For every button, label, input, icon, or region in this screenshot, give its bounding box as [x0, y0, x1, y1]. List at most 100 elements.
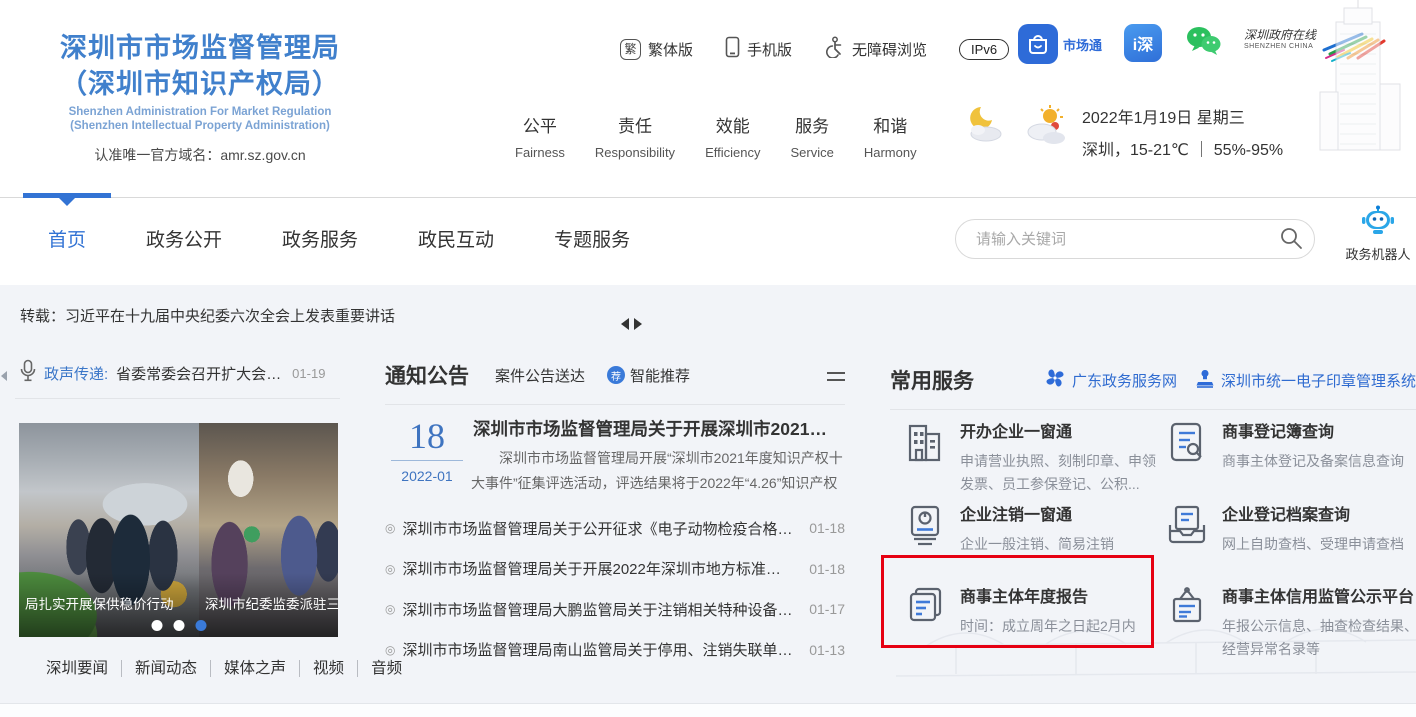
traditional-icon: 繁 — [620, 39, 641, 60]
mobile-version-link[interactable]: 手机版 — [725, 36, 792, 62]
service-credit-platform[interactable]: 商事主体信用监管公示平台 年报公示信息、抽查检查结果、经营异常名录等 — [1166, 583, 1416, 661]
search-button[interactable] — [1268, 220, 1314, 258]
accessibility-link[interactable]: 无障碍浏览 — [824, 36, 927, 62]
carousel-dots — [151, 620, 206, 631]
carousel-caption-left: 局扎实开展保供稳价行动 — [19, 593, 199, 613]
notice-item[interactable]: ◎ 深圳市市场监督管理局关于开展2022年深圳市地方标准制修... 01-18 — [385, 549, 845, 590]
nav-item-gov-affairs[interactable]: 政务公开 — [146, 225, 222, 252]
microphone-icon — [20, 359, 36, 387]
weather-night-icon — [966, 104, 1010, 160]
voice-news-label: 政声传递: — [44, 363, 108, 384]
carousel-dot-1[interactable] — [151, 620, 162, 631]
shichangtong-app-link[interactable]: 市场通 — [1018, 24, 1102, 64]
weather-widget: 2022年1月19日 星期三 深圳，15-21℃ ｜ 55%-95% — [966, 104, 1283, 160]
search-input[interactable] — [956, 231, 1268, 248]
ipv6-badge[interactable]: IPv6 — [959, 39, 1009, 60]
ishenzhen-app-icon[interactable]: i深 — [1124, 24, 1162, 62]
shenzhen-gov-logo-en: SHENZHEN CHINA — [1244, 43, 1313, 50]
main-content: 转载：习近平在十九届中央纪委六次全会上发表重要讲话 政声传递: 省委常委会召开扩… — [0, 285, 1416, 703]
nav-item-special-services[interactable]: 专题服务 — [554, 225, 630, 252]
notices-more-icon[interactable] — [827, 370, 845, 381]
service-text: 企业注销一窗通 企业一般注销、简易注销 — [960, 501, 1114, 556]
robot-icon — [1361, 224, 1395, 241]
service-desc: 年报公示信息、抽查检查结果、经营异常名录等 — [1222, 615, 1416, 661]
carousel-dot-3-active[interactable] — [195, 620, 206, 631]
featured-month: 2022-01 — [391, 468, 463, 484]
bullet-icon: ◎ — [385, 521, 395, 535]
news-link-media-voice[interactable]: 媒体之声 — [210, 660, 299, 677]
search-icon — [1279, 226, 1303, 253]
site-header: 深圳市市场监督管理局 （深圳市知识产权局） Shenzhen Administr… — [0, 0, 1416, 193]
notices-section: 通知公告 案件公告送达 荐 智能推荐 18 2022-01 深圳市市场监督管理局… — [385, 360, 845, 405]
service-company-deregister[interactable]: 企业注销一窗通 企业一般注销、简易注销 — [904, 501, 1156, 556]
news-link-news-updates[interactable]: 新闻动态 — [121, 660, 210, 677]
services-section: 常用服务 广东政务服务网 深圳市统一电子印章管理系统 开办企业一窗通 — [890, 365, 1416, 410]
guangdong-gov-service-link[interactable]: 广东政务服务网 — [1044, 367, 1177, 393]
carousel-slide-1[interactable]: 局扎实开展保供稳价行动 — [19, 423, 199, 637]
service-name: 开办企业一窗通 — [960, 418, 1156, 442]
ticker-next-icon[interactable] — [634, 318, 642, 330]
nav-item-home[interactable]: 首页 — [48, 225, 86, 252]
smart-recommend-label: 智能推荐 — [630, 365, 690, 386]
ticker-arrows — [621, 318, 642, 330]
service-name: 商事登记簿查询 — [1222, 418, 1404, 442]
collapse-arrow-icon[interactable] — [1, 371, 7, 381]
service-company-open[interactable]: 开办企业一窗通 申请营业执照、刻制印章、申领发票、员工参保登记、公积... — [904, 418, 1156, 496]
registry-search-icon — [1166, 418, 1208, 473]
notice-item[interactable]: ◎ 深圳市市场监督管理局关于公开征求《电子动物检疫合格证... 01-18 — [385, 508, 845, 549]
notice-date: 01-18 — [809, 520, 845, 536]
news-link-video[interactable]: 视频 — [299, 660, 357, 677]
service-archive-search[interactable]: 企业登记档案查询 网上自助查档、受理申请查档 — [1166, 501, 1416, 556]
gov-robot-entry[interactable]: 政务机器人 — [1340, 205, 1416, 263]
value-efficiency: 效能 Efficiency — [705, 112, 760, 160]
notice-item[interactable]: ◎ 深圳市市场监督管理局南山监管局关于停用、注销失联单位... 01-13 — [385, 630, 845, 671]
featured-notice-title[interactable]: 深圳市市场监督管理局关于开展深圳市2021年度... — [473, 416, 843, 441]
carousel-slide-2[interactable]: 深圳市纪委监委派驻三组... — [199, 423, 338, 637]
divider — [890, 409, 1416, 410]
company-deregister-icon — [904, 501, 946, 556]
search-box — [955, 219, 1315, 259]
value-en: Efficiency — [705, 145, 760, 160]
featured-notice[interactable]: 18 2022-01 深圳市市场监督管理局关于开展深圳市2021年度... 深圳… — [385, 416, 845, 496]
news-carousel[interactable]: 局扎实开展保供稳价行动 深圳市纪委监委派驻三组... — [19, 423, 338, 637]
header-quick-links: 繁 繁体版 手机版 无障碍浏览 IPv6 — [620, 36, 1009, 62]
case-announcement-link[interactable]: 案件公告送达 — [495, 365, 585, 386]
nav-list: 首页 政务公开 政务服务 政民互动 专题服务 — [48, 225, 630, 252]
smart-recommend-link[interactable]: 荐 智能推荐 — [607, 365, 690, 386]
traditional-version-link[interactable]: 繁 繁体版 — [620, 39, 693, 60]
value-cn: 责任 — [595, 112, 675, 137]
traditional-version-label: 繁体版 — [648, 39, 693, 60]
official-domain-note: 认准唯一官方域名：amr.sz.gov.cn — [30, 145, 370, 165]
service-text: 商事登记簿查询 商事主体登记及备案信息查询 — [1222, 418, 1404, 473]
eseal-system-link[interactable]: 深圳市统一电子印章管理系统 — [1195, 368, 1416, 392]
value-cn: 和谐 — [864, 112, 917, 137]
site-logo[interactable]: 深圳市市场监督管理局 （深圳市知识产权局） Shenzhen Administr… — [30, 30, 370, 165]
navbar-topline — [0, 197, 1416, 198]
nav-item-interaction[interactable]: 政民互动 — [418, 225, 494, 252]
service-name: 企业登记档案查询 — [1222, 501, 1404, 525]
value-en: Responsibility — [595, 145, 675, 160]
notice-date: 01-17 — [809, 601, 845, 617]
weather-date: 2022年1月19日 星期三 — [1082, 104, 1283, 128]
service-registry-search[interactable]: 商事登记簿查询 商事主体登记及备案信息查询 — [1166, 418, 1416, 473]
mobile-version-label: 手机版 — [747, 39, 792, 60]
service-name: 商事主体年度报告 — [960, 583, 1136, 607]
value-responsibility: 责任 Responsibility — [595, 112, 675, 160]
notice-item[interactable]: ◎ 深圳市市场监督管理局大鹏监管局关于注销相关特种设备的... 01-17 — [385, 589, 845, 630]
service-annual-report[interactable]: 商事主体年度报告 时间：成立周年之日起2月内 — [904, 583, 1156, 638]
value-cn: 效能 — [705, 112, 760, 137]
wechat-icon[interactable] — [1184, 24, 1222, 63]
voice-news-row[interactable]: 政声传递: 省委常委会召开扩大会议 听... 01-19 — [15, 360, 340, 386]
ticker-prev-icon[interactable] — [621, 318, 629, 330]
nav-item-gov-services[interactable]: 政务服务 — [282, 225, 358, 252]
voice-news-date: 01-19 — [292, 366, 325, 381]
news-link-shenzhen-news[interactable]: 深圳要闻 — [33, 660, 121, 677]
service-desc: 企业一般注销、简易注销 — [960, 533, 1114, 556]
active-tab-indicator — [23, 193, 111, 198]
featured-notice-desc: 深圳市市场监督管理局开展“深圳市2021年度知识产权十大事件”征集评选活动，评选… — [471, 446, 843, 496]
services-external-links: 广东政务服务网 深圳市统一电子印章管理系统 — [1044, 367, 1416, 393]
carousel-dot-2[interactable] — [173, 620, 184, 631]
shichangtong-app-label: 市场通 — [1063, 35, 1102, 54]
company-open-icon — [904, 418, 946, 496]
headline-ticker[interactable]: 转载：习近平在十九届中央纪委六次全会上发表重要讲话 — [20, 305, 395, 326]
